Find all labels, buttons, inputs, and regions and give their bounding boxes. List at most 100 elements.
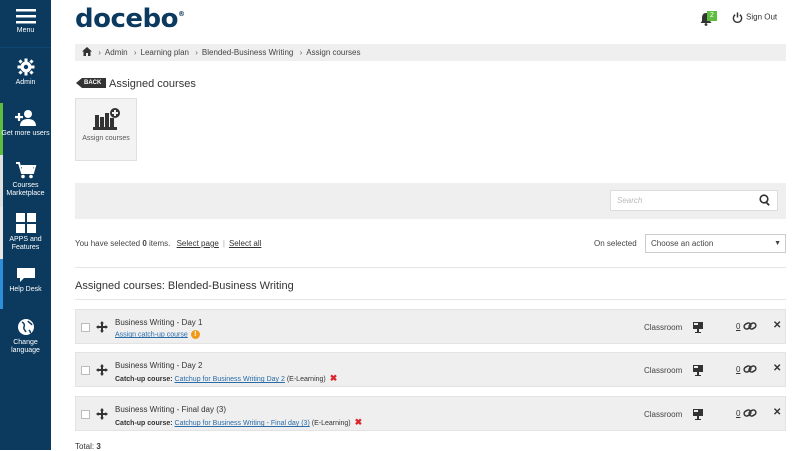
drag-move-icon[interactable]	[96, 321, 108, 333]
assign-courses-button[interactable]: Assign courses	[75, 98, 137, 161]
course-row: Business Writing - Day 1 Assign catch-up…	[75, 309, 786, 344]
drag-move-icon[interactable]	[96, 408, 108, 420]
select-page-link[interactable]: Select page	[177, 239, 219, 248]
hamburger-icon	[15, 9, 36, 24]
assign-courses-label: Assign courses	[82, 135, 130, 142]
action-select[interactable]: Choose an action ▼	[645, 234, 786, 253]
link-icon[interactable]	[743, 364, 757, 374]
catchup-label: Catch-up course:	[115, 376, 173, 383]
breadcrumb-separator: ›	[299, 48, 303, 57]
sidebar-item-menu[interactable]: Menu	[0, 8, 51, 35]
sidebar-item-label: Change language	[11, 339, 40, 354]
catchup-info: Assign catch-up course!	[115, 330, 200, 339]
catchup-type: (E-Learning)	[286, 376, 326, 383]
catchup-type: (E-Learning)	[311, 420, 351, 427]
sidebar-divider	[0, 47, 51, 48]
logo-text: docebo	[75, 4, 179, 34]
selection-divider: |	[222, 239, 225, 248]
remove-course-button[interactable]: ✕	[773, 407, 781, 418]
catchup-label: Catch-up course:	[115, 420, 173, 427]
divider	[75, 299, 786, 300]
power-icon	[732, 12, 743, 23]
selection-info: You have selected 0 items. Select page | S…	[75, 239, 261, 248]
notification-badge: 2	[707, 11, 717, 21]
row-checkbox[interactable]	[81, 366, 90, 375]
course-name: Business Writing - Day 1	[115, 318, 203, 327]
page-title: Assigned courses	[109, 78, 196, 90]
breadcrumb-learning-plan[interactable]: Learning plan	[141, 48, 189, 57]
assign-catchup-link[interactable]: Assign catch-up course	[115, 331, 188, 338]
catchup-course-link[interactable]: Catchup for Business Writing - Final day…	[175, 420, 310, 427]
breadcrumb-separator: ›	[98, 48, 101, 57]
course-row: Business Writing - Final day (3) Catch-u…	[75, 396, 786, 431]
sidebar-item-help-desk[interactable]: Help Desk	[0, 267, 51, 294]
sidebar-item-label: Courses Marketplace	[6, 182, 45, 197]
dependency-count[interactable]: 0	[736, 365, 740, 374]
divider	[75, 267, 786, 268]
breadcrumb-separator: ›	[195, 48, 198, 57]
course-type: Classroom	[644, 366, 683, 375]
catchup-course-link[interactable]: Catchup for Business Writing Day 2	[175, 376, 285, 383]
on-selected-label: On selected	[594, 239, 637, 248]
sidebar-item-apps-features[interactable]: APPS and Features	[0, 213, 51, 252]
sidebar-item-get-more-users[interactable]: Get more users	[0, 109, 51, 138]
assign-courses-icon	[93, 108, 120, 130]
sidebar-item-label: Get more users	[1, 130, 50, 137]
catchup-info: Catch-up course: Catchup for Business Wr…	[115, 373, 337, 384]
catchup-info: Catch-up course: Catchup for Business Wr…	[115, 417, 362, 428]
breadcrumb-blended-business-writing[interactable]: Blended-Business Writing	[202, 48, 293, 57]
dependency-count[interactable]: 0	[736, 409, 740, 418]
link-icon[interactable]	[743, 408, 757, 418]
breadcrumb-separator: ›	[133, 48, 137, 57]
globe-icon	[17, 319, 34, 335]
drag-move-icon[interactable]	[96, 364, 108, 376]
remove-course-button[interactable]: ✕	[773, 363, 781, 374]
row-checkbox[interactable]	[81, 323, 90, 332]
sidebar-item-label: APPS and Features	[9, 236, 42, 251]
select-all-link[interactable]: Select all	[229, 239, 261, 248]
classroom-icon	[693, 322, 703, 333]
action-select-value: Choose an action	[651, 239, 714, 248]
cart-icon	[15, 162, 36, 179]
sidebar-item-label: Menu	[16, 27, 35, 34]
sidebar-item-courses-marketplace[interactable]: Courses Marketplace	[0, 161, 51, 198]
section-title: Assigned courses: Blended-Business Writi…	[75, 280, 294, 292]
apps-grid-icon	[15, 213, 36, 233]
course-type: Classroom	[644, 410, 683, 419]
row-checkbox[interactable]	[81, 410, 90, 419]
breadcrumb-assign-courses: Assign courses	[306, 48, 361, 57]
sign-out-label: Sign Out	[746, 12, 778, 22]
link-icon[interactable]	[743, 321, 757, 331]
add-users-icon	[14, 110, 36, 126]
chat-icon	[16, 268, 35, 282]
docebo-logo[interactable]: docebo®	[75, 4, 185, 34]
gear-icon	[17, 58, 34, 76]
search-icon[interactable]	[759, 194, 771, 206]
classroom-icon	[693, 409, 703, 420]
breadcrumb: › Admin › Learning plan › Blended-Business …	[75, 44, 786, 61]
back-button[interactable]: BACK	[76, 78, 107, 88]
selection-prefix: You have selected	[75, 239, 141, 248]
dependency-count[interactable]: 0	[736, 322, 740, 331]
remove-catchup-icon[interactable]: ✖	[330, 373, 338, 383]
sign-out-link[interactable]: Sign Out	[732, 12, 777, 23]
selection-count: 0	[142, 239, 147, 248]
sidebar-item-change-language[interactable]: Change language	[0, 318, 51, 355]
sidebar: Menu Admin Get more users Courses Market…	[0, 0, 51, 450]
search-input[interactable]: Search	[610, 190, 778, 211]
breadcrumb-admin[interactable]: Admin	[105, 48, 128, 57]
sidebar-item-label: Help Desk	[9, 286, 42, 293]
sidebar-item-label: Admin	[15, 79, 36, 86]
caret-down-icon: ▼	[774, 240, 781, 247]
remove-catchup-icon[interactable]: ✖	[355, 417, 363, 427]
logo-registered-mark: ®	[178, 10, 185, 18]
sidebar-item-admin[interactable]: Admin	[0, 58, 51, 87]
course-name: Business Writing - Day 2	[115, 361, 203, 370]
course-row: Business Writing - Day 2 Catch-up course…	[75, 352, 786, 387]
course-type: Classroom	[644, 323, 683, 332]
course-name: Business Writing - Final day (3)	[115, 405, 226, 414]
remove-course-button[interactable]: ✕	[773, 320, 781, 331]
selection-suffix: items.	[149, 239, 171, 248]
home-icon[interactable]	[82, 47, 92, 56]
classroom-icon	[693, 365, 703, 376]
